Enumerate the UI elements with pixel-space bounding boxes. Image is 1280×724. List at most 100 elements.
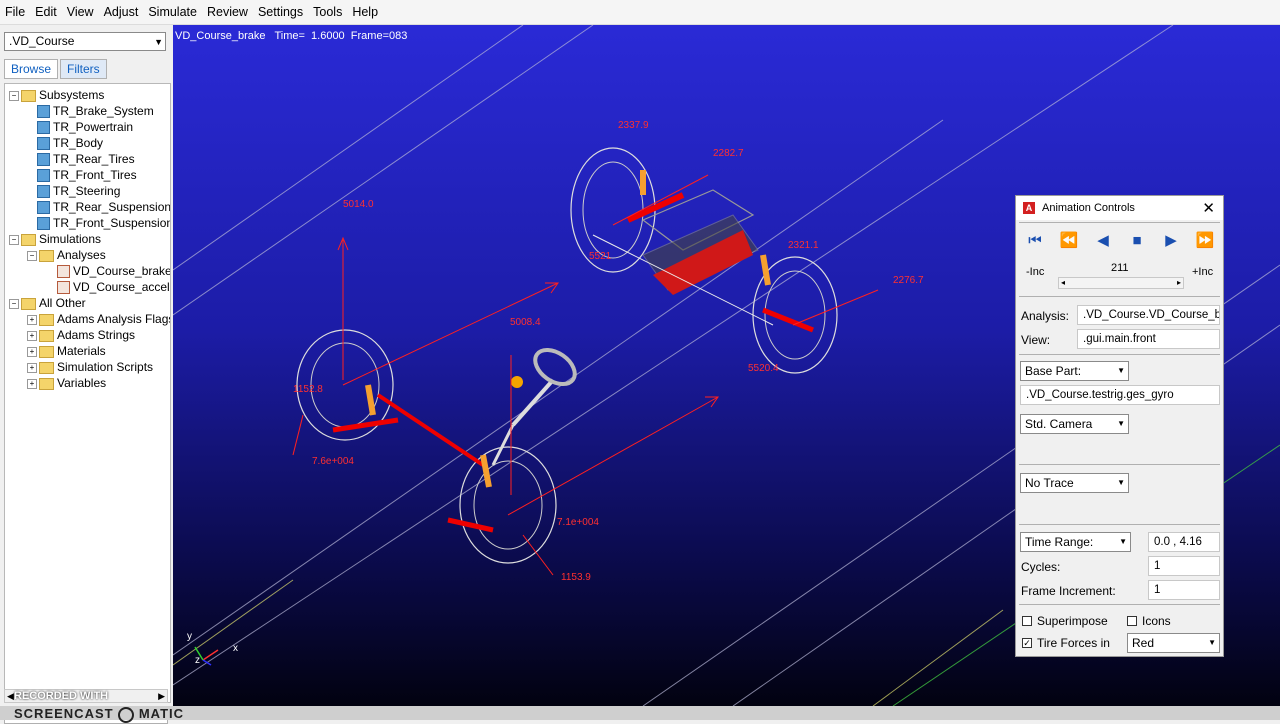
menu-edit[interactable]: Edit — [30, 3, 62, 21]
force-arrows — [292, 174, 879, 576]
play-icon[interactable]: ▶ — [1158, 230, 1184, 252]
tree-item[interactable]: + Materials — [27, 343, 106, 359]
tree-item[interactable]: VD_Course_brake — [57, 263, 171, 279]
tire-force-color-select[interactable]: Red ▼ — [1127, 633, 1220, 653]
tree-item-label: Simulation Scripts — [57, 360, 154, 374]
analysis-field[interactable]: .VD_Course.VD_Course_b — [1077, 305, 1220, 325]
tree-item-label: Analyses — [57, 248, 106, 262]
model-select[interactable]: .VD_Course ▼ — [4, 32, 166, 51]
slider-left-icon[interactable]: ◂ — [1061, 278, 1065, 287]
tree-item[interactable]: − Subsystems — [9, 87, 104, 103]
base-part-select[interactable]: Base Part: ▼ — [1020, 361, 1129, 381]
expand-icon[interactable]: + — [27, 314, 37, 325]
tree-item[interactable]: + Adams Analysis Flags — [27, 311, 170, 327]
tree-item[interactable]: TR_Rear_Tires — [37, 151, 135, 167]
tire-forces-checkbox[interactable]: ✓ — [1022, 638, 1032, 648]
brand-part-1: SCREENCAST — [14, 706, 114, 721]
menu-tools[interactable]: Tools — [308, 3, 347, 21]
tree-item[interactable]: TR_Powertrain — [37, 119, 133, 135]
chevron-down-icon[interactable]: ▼ — [1119, 533, 1127, 551]
tree-item[interactable]: TR_Front_Tires — [37, 167, 137, 183]
fast-forward-icon[interactable]: ⏩ — [1192, 230, 1218, 252]
recorder-watermark: RECORDED WITH — [14, 690, 109, 702]
tree-item[interactable]: + Variables — [27, 375, 106, 391]
superimpose-label: Superimpose — [1037, 614, 1108, 628]
tab-filters[interactable]: Filters — [60, 59, 107, 79]
subsystem-icon — [37, 105, 50, 119]
collapse-icon[interactable]: − — [9, 298, 19, 309]
model-select-value: .VD_Course — [9, 34, 75, 48]
cycles-label: Cycles: — [1021, 560, 1061, 574]
close-icon[interactable]: ✕ — [1202, 199, 1215, 217]
triad-axis-label: x — [233, 643, 238, 654]
force-value-label: 7.1e+004 — [557, 517, 599, 528]
tree-item[interactable]: TR_Front_Suspension — [37, 215, 170, 231]
force-value-label: 5521 — [589, 251, 612, 262]
tree-item-label: TR_Rear_Tires — [53, 152, 135, 166]
tree-item-label: TR_Body — [53, 136, 104, 150]
dialog-titlebar[interactable]: A Animation Controls ✕ — [1016, 196, 1223, 220]
tree-item[interactable]: TR_Rear_Suspension — [37, 199, 170, 215]
collapse-icon[interactable]: − — [27, 250, 37, 261]
menu-adjust[interactable]: Adjust — [99, 3, 144, 21]
expand-icon[interactable]: + — [27, 330, 37, 341]
step-back-icon[interactable]: ⏪ — [1056, 230, 1082, 252]
frame-increment-label: Frame Increment: — [1021, 584, 1116, 598]
tree-item[interactable]: + Simulation Scripts — [27, 359, 153, 375]
cycles-field[interactable]: 1 — [1148, 556, 1220, 576]
view-field[interactable]: .gui.main.front — [1077, 329, 1220, 349]
frame-slider[interactable]: ◂ ▸ — [1058, 277, 1184, 289]
chevron-down-icon[interactable]: ▼ — [1117, 474, 1125, 492]
superimpose-checkbox[interactable] — [1022, 616, 1032, 626]
divider — [1019, 296, 1220, 297]
menu-settings[interactable]: Settings — [253, 3, 308, 21]
tree-item[interactable]: − Analyses — [27, 247, 106, 263]
camera-select[interactable]: Std. Camera ▼ — [1020, 414, 1129, 434]
folder-icon — [21, 297, 36, 310]
expand-icon[interactable]: + — [27, 362, 37, 373]
increment-button[interactable]: +Inc — [1192, 266, 1213, 278]
adams-app-icon: A — [1023, 202, 1035, 214]
scroll-right-icon[interactable]: ▶ — [158, 690, 165, 702]
tree-item-label: Variables — [57, 376, 107, 390]
chevron-down-icon[interactable]: ▼ — [1117, 415, 1125, 433]
icons-checkbox[interactable] — [1127, 616, 1137, 626]
menu-view[interactable]: View — [62, 3, 99, 21]
force-value-label: 2337.9 — [618, 120, 649, 131]
menu-review[interactable]: Review — [202, 3, 253, 21]
folder-icon — [39, 329, 54, 342]
tab-browse[interactable]: Browse — [4, 59, 59, 79]
tree-item-label: VD_Course_brake — [73, 264, 171, 278]
decrement-button[interactable]: -Inc — [1026, 266, 1044, 278]
tree-item[interactable]: + Adams Strings — [27, 327, 135, 343]
chevron-down-icon[interactable]: ▼ — [1208, 634, 1216, 652]
tree-item[interactable]: TR_Brake_System — [37, 103, 154, 119]
expand-icon[interactable]: + — [27, 346, 37, 357]
stop-icon[interactable]: ■ — [1124, 230, 1150, 252]
base-part-field[interactable]: .VD_Course.testrig.ges_gyro — [1020, 385, 1220, 405]
time-range-select[interactable]: Time Range: ▼ — [1020, 532, 1131, 552]
folder-icon — [21, 89, 36, 102]
chevron-down-icon[interactable]: ▼ — [154, 34, 163, 51]
chevron-down-icon[interactable]: ▼ — [1117, 362, 1125, 380]
dialog-title: Animation Controls — [1042, 202, 1135, 214]
collapse-icon[interactable]: − — [9, 90, 19, 101]
expand-icon[interactable]: + — [27, 378, 37, 389]
tree-item[interactable]: − Simulations — [9, 231, 101, 247]
time-range-field[interactable]: 0.0 , 4.16 — [1148, 532, 1220, 552]
menu-file[interactable]: File — [0, 3, 30, 21]
collapse-icon[interactable]: − — [9, 234, 19, 245]
trace-value: No Trace — [1025, 476, 1074, 490]
frame-increment-field[interactable]: 1 — [1148, 580, 1220, 600]
tree-item[interactable]: TR_Body — [37, 135, 103, 151]
tree-item[interactable]: − All Other — [9, 295, 86, 311]
scroll-left-icon[interactable]: ◀ — [7, 690, 14, 702]
menu-help[interactable]: Help — [347, 3, 383, 21]
play-reverse-icon[interactable]: ◀ — [1090, 230, 1116, 252]
tree-item[interactable]: VD_Course_accel — [57, 279, 170, 295]
slider-right-icon[interactable]: ▸ — [1177, 278, 1181, 287]
menu-simulate[interactable]: Simulate — [143, 3, 202, 21]
trace-select[interactable]: No Trace ▼ — [1020, 473, 1129, 493]
tree-item[interactable]: TR_Steering — [37, 183, 120, 199]
rewind-start-icon[interactable]: ⏮ — [1022, 230, 1048, 252]
